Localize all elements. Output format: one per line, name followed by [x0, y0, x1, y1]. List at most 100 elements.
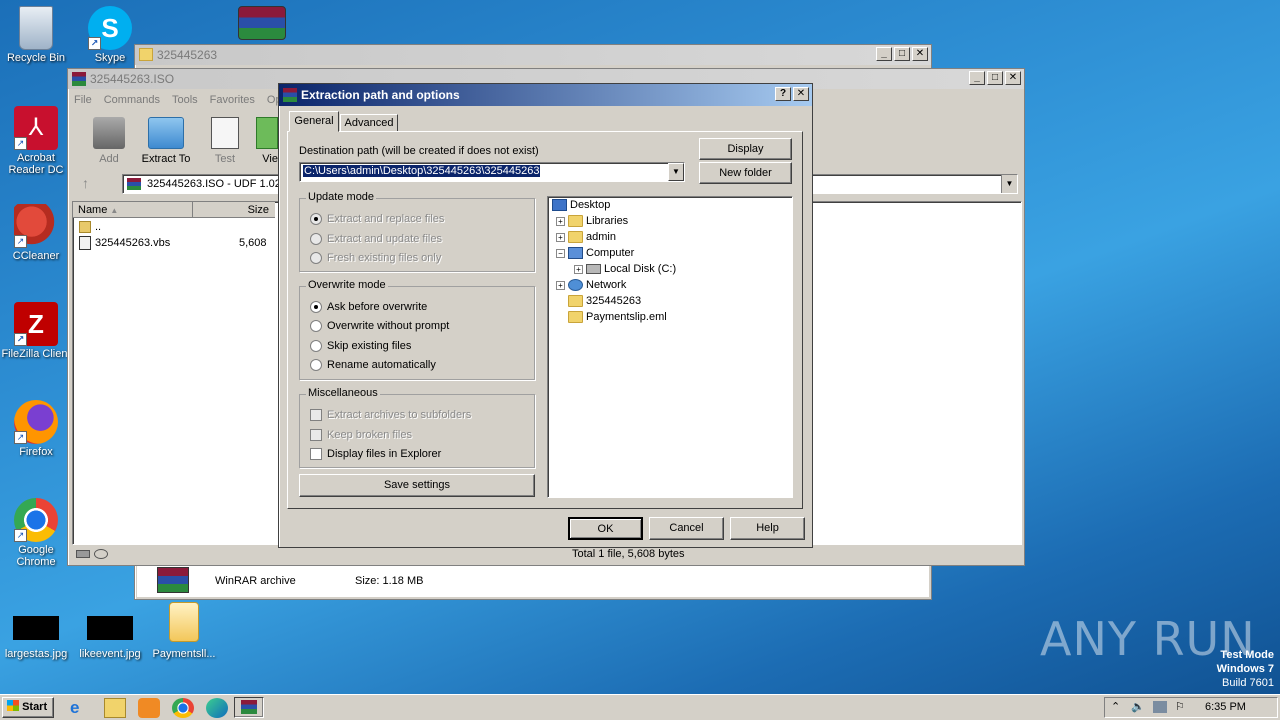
- help-button[interactable]: Help: [730, 517, 805, 540]
- desktop-icon-acrobat[interactable]: ⅄ ↗ Acrobat Reader DC: [0, 106, 72, 176]
- computer-icon: [568, 247, 583, 259]
- toolbar-add-label: Add: [99, 153, 119, 165]
- menu-tools[interactable]: Tools: [172, 91, 198, 109]
- help-question-button[interactable]: ?: [775, 87, 791, 101]
- menu-file[interactable]: File: [74, 91, 92, 109]
- winrar-icon: [283, 88, 297, 102]
- toolbar-view[interactable]: Vie: [254, 117, 278, 165]
- new-folder-button[interactable]: New folder: [699, 162, 792, 184]
- radio-extract-update[interactable]: Extract and update files: [310, 233, 442, 245]
- collapse-minus-icon[interactable]: −: [556, 248, 565, 258]
- save-settings-button[interactable]: Save settings: [299, 474, 535, 497]
- flag-icon[interactable]: ⚐: [1175, 700, 1185, 713]
- start-button[interactable]: Start: [2, 697, 54, 718]
- radio-fresh-existing[interactable]: Fresh existing files only: [310, 252, 441, 264]
- shortcut-arrow-icon: ↗: [14, 529, 27, 542]
- tray-expand-icon[interactable]: ⌃: [1111, 700, 1120, 713]
- menu-commands[interactable]: Commands: [104, 91, 160, 109]
- option-label: Rename automatically: [327, 359, 436, 371]
- radio-icon: [310, 359, 322, 371]
- expand-plus-icon[interactable]: +: [556, 280, 565, 290]
- column-name-label: Name: [78, 204, 108, 216]
- chevron-down-icon[interactable]: ▼: [668, 163, 684, 181]
- desktop-icon-likeevent[interactable]: likeevent.jpg: [74, 616, 146, 660]
- checkbox-keep-broken-files[interactable]: Keep broken files: [310, 429, 412, 441]
- winrar-taskbar-button[interactable]: [234, 697, 264, 718]
- radio-overwrite-without-prompt[interactable]: Overwrite without prompt: [310, 320, 449, 332]
- tree-item-libraries[interactable]: + Libraries: [556, 215, 628, 227]
- winrar-archive-icon: [157, 567, 189, 593]
- ok-button[interactable]: OK: [568, 517, 643, 540]
- desktop-icon-paymentslip[interactable]: Paymentsll...: [148, 602, 220, 660]
- checkbox-extract-to-subfolders[interactable]: Extract archives to subfolders: [310, 409, 471, 421]
- radio-skip-existing[interactable]: Skip existing files: [310, 340, 411, 352]
- desktop-icon-recycle-bin[interactable]: Recycle Bin: [0, 6, 72, 64]
- expand-plus-icon[interactable]: +: [574, 264, 583, 274]
- radio-extract-replace[interactable]: Extract and replace files: [310, 213, 444, 225]
- radio-icon: [310, 213, 322, 225]
- menu-favorites[interactable]: Favorites: [210, 91, 255, 109]
- checkbox-display-in-explorer[interactable]: Display files in Explorer: [310, 448, 441, 460]
- expand-plus-icon[interactable]: +: [556, 232, 565, 242]
- desktop-icon-filezilla[interactable]: Z ↗ FileZilla Client: [0, 302, 72, 360]
- minimize-button[interactable]: _: [969, 71, 985, 85]
- tree-label: Network: [586, 279, 627, 291]
- up-arrow-icon[interactable]: ↑: [82, 175, 102, 193]
- explorer-folder-icon[interactable]: [104, 698, 126, 718]
- radio-rename-automatically[interactable]: Rename automatically: [310, 359, 436, 371]
- libraries-icon: [568, 215, 583, 227]
- ie-icon[interactable]: e: [70, 698, 92, 718]
- menu-bar: File Commands Tools Favorites Opt: [74, 91, 285, 109]
- media-player-icon[interactable]: [138, 698, 160, 718]
- volume-icon[interactable]: 🔈: [1131, 700, 1145, 713]
- expand-plus-icon[interactable]: +: [556, 216, 565, 226]
- desktop-icon-ccleaner[interactable]: ↗ CCleaner: [0, 204, 72, 262]
- tree-item-desktop[interactable]: Desktop: [552, 199, 610, 211]
- toolbar-test[interactable]: Test: [204, 117, 246, 165]
- toolbar-extract-to[interactable]: Extract To: [138, 117, 194, 165]
- tab-general[interactable]: General: [289, 111, 339, 132]
- close-button[interactable]: ✕: [793, 87, 809, 101]
- checkbox-icon: [310, 429, 322, 441]
- tree-item-paymentslip[interactable]: Paymentslip.eml: [568, 311, 667, 323]
- minimize-button[interactable]: _: [876, 47, 892, 61]
- display-button[interactable]: Display: [699, 138, 792, 160]
- maximize-button[interactable]: □: [894, 47, 910, 61]
- maximize-button[interactable]: □: [987, 71, 1003, 85]
- table-row[interactable]: 325445263.vbs 5,608: [77, 236, 273, 251]
- chrome-icon[interactable]: [172, 698, 194, 718]
- dialog-titlebar[interactable]: Extraction path and options ? ✕: [279, 84, 812, 106]
- chevron-down-icon[interactable]: ▼: [1001, 175, 1017, 193]
- tree-item-admin[interactable]: + admin: [556, 231, 616, 243]
- clock[interactable]: 6:35 PM: [1205, 701, 1246, 713]
- column-header-size[interactable]: Size: [193, 202, 275, 218]
- close-button[interactable]: ✕: [1005, 71, 1021, 85]
- explorer-titlebar[interactable]: 325445263 _ □ ✕: [135, 45, 931, 65]
- tab-advanced[interactable]: Advanced: [340, 114, 398, 132]
- iso-icon: [127, 178, 141, 190]
- tree-item-computer[interactable]: − Computer: [556, 247, 634, 259]
- cancel-button[interactable]: Cancel: [649, 517, 724, 540]
- folder-tree[interactable]: Desktop + Libraries + admin − Computer + Loc…: [547, 196, 793, 498]
- checkbox-icon: [310, 448, 322, 460]
- table-row[interactable]: ..: [77, 220, 273, 235]
- desktop-icon-winrar-archive[interactable]: [226, 6, 298, 42]
- build-line: Build 7601: [1222, 677, 1274, 689]
- desktop-icon-firefox[interactable]: ↗ Firefox: [0, 400, 72, 458]
- desktop-icon-chrome[interactable]: ↗ Google Chrome: [0, 498, 72, 568]
- network-tray-icon[interactable]: [1153, 701, 1167, 713]
- destination-path-combo[interactable]: C:\Users\admin\Desktop\325445263\3254452…: [299, 162, 685, 182]
- tree-label: Local Disk (C:): [604, 263, 677, 275]
- toolbar-add[interactable]: Add: [88, 117, 130, 165]
- desktop-icon-largestas[interactable]: largestas.jpg: [0, 616, 72, 660]
- radio-ask-before-overwrite[interactable]: Ask before overwrite: [310, 301, 427, 313]
- miscellaneous-legend: Miscellaneous: [306, 387, 380, 399]
- edge-icon[interactable]: [206, 698, 228, 718]
- tree-item-325445263[interactable]: 325445263: [568, 295, 641, 307]
- tree-item-network[interactable]: + Network: [556, 279, 626, 291]
- tree-item-local-disk[interactable]: + Local Disk (C:): [574, 263, 676, 275]
- close-button[interactable]: ✕: [912, 47, 928, 61]
- desktop-icon-label: CCleaner: [12, 250, 60, 262]
- checkbox-icon: [310, 409, 322, 421]
- column-header-name[interactable]: Name ▲: [73, 202, 193, 218]
